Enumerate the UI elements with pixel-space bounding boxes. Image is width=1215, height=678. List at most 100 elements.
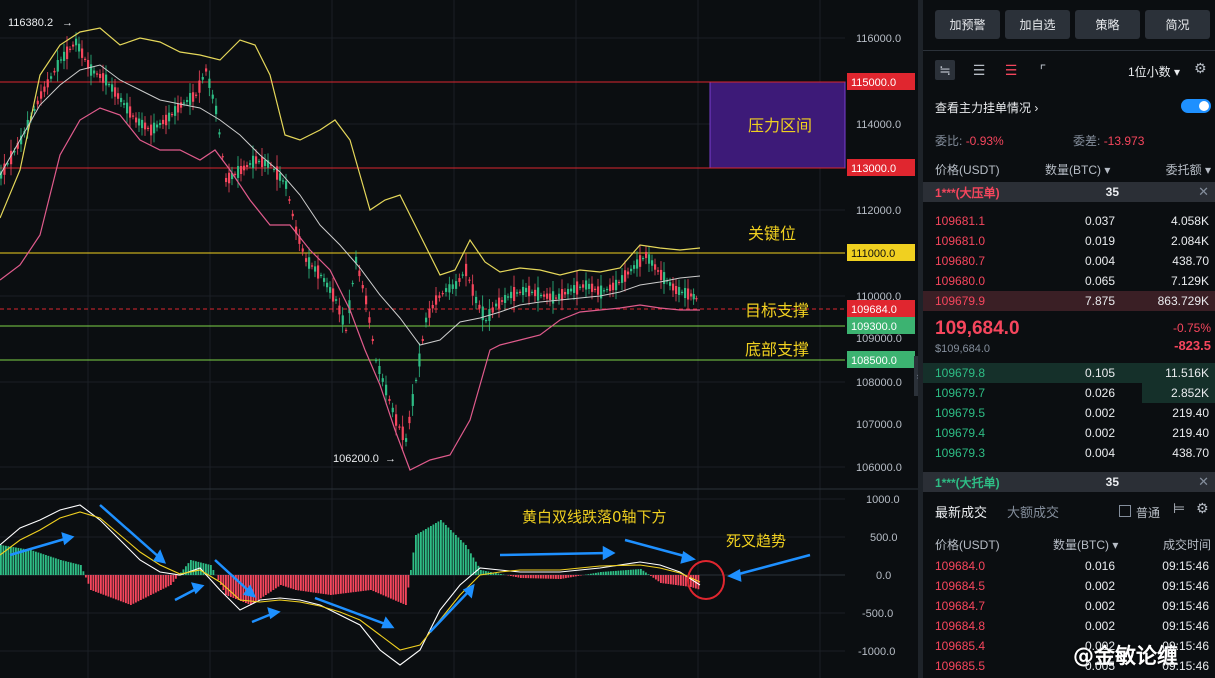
trade-total: 09:15:46 <box>1162 559 1209 573</box>
bid-row[interactable]: 109679.5 0.002 219.40 <box>923 403 1215 423</box>
chart-canvas[interactable]: 116380.2 → 106200.0 → 压力区间 关键位 目标支撑 底部支撑… <box>0 0 918 678</box>
macd-bar <box>507 575 510 576</box>
main-order-toggle[interactable] <box>1181 99 1211 113</box>
macd-bar <box>222 575 225 590</box>
macd-bar <box>355 575 357 592</box>
macd-bar <box>377 575 380 594</box>
big-ask-row[interactable]: 1***(大压单) 35 ✕ <box>923 182 1215 202</box>
orderbook-bids-icon[interactable]: ☰ <box>969 60 989 80</box>
candle-body <box>332 288 335 302</box>
macd-bar <box>162 575 165 589</box>
macd-bar <box>467 549 470 575</box>
normal-checkbox[interactable] <box>1119 505 1131 517</box>
candle-body <box>341 315 344 325</box>
candle-body <box>81 48 84 58</box>
macd-bar <box>317 575 320 594</box>
add-watchlist-button[interactable]: 加自选 <box>1005 10 1070 39</box>
kline-chart[interactable]: 116380.2 → 106200.0 → 压力区间 关键位 目标支撑 底部支撑… <box>0 0 922 678</box>
settings-icon[interactable]: ⚙ <box>1194 60 1207 77</box>
macd-bar <box>287 575 290 588</box>
add-alert-button[interactable]: 加预警 <box>935 10 1000 39</box>
candle-body <box>495 303 498 307</box>
bid-row[interactable]: 109679.3 0.004 438.70 <box>923 443 1215 463</box>
change-pct: -0.75% <box>1172 321 1211 335</box>
macd-bar <box>500 574 502 575</box>
trade-row[interactable]: 109684.5 0.002 09:15:46 <box>923 576 1215 596</box>
bid-row[interactable]: 109679.4 0.002 219.40 <box>923 423 1215 443</box>
depth-view-icon[interactable]: ⌜ <box>1033 60 1053 80</box>
filter-icon[interactable]: ⊨ <box>1173 500 1185 517</box>
ask-row[interactable]: 109680.0 0.065 7.129K <box>923 271 1215 291</box>
trade-total: 09:15:46 <box>1162 619 1209 633</box>
macd-bar <box>15 547 17 575</box>
candle-body <box>582 284 585 288</box>
macd-bar <box>630 569 632 575</box>
trade-row[interactable]: 109685.4 0.002 09:15:46 <box>923 636 1215 656</box>
macd-bar <box>7 546 10 575</box>
macd-bar <box>605 571 607 575</box>
trade-row[interactable]: 109684.0 0.016 09:15:46 <box>923 556 1215 576</box>
macd-bar <box>587 574 590 575</box>
macd-bar <box>402 575 405 604</box>
candle-body <box>53 70 56 73</box>
candle-body <box>561 289 564 301</box>
bid-row[interactable]: 109679.8 0.105 11.516K <box>923 363 1215 383</box>
macd-bar <box>495 573 497 575</box>
candle-body <box>165 114 168 126</box>
macd-bar <box>657 575 660 582</box>
strategy-button[interactable]: 策略 <box>1075 10 1140 39</box>
ask-row[interactable]: 109681.0 0.019 2.084K <box>923 231 1215 251</box>
candle-body <box>570 288 573 292</box>
settings-icon[interactable]: ⚙ <box>1196 500 1209 517</box>
candle-body <box>135 117 138 123</box>
trade-row[interactable]: 109684.8 0.002 09:15:46 <box>923 616 1215 636</box>
ask-row[interactable]: 109680.7 0.004 438.70 <box>923 251 1215 271</box>
ask-row[interactable]: 109679.9 7.875 863.729K <box>923 291 1215 311</box>
candle-body <box>458 278 461 282</box>
price-tick: 116000.0 <box>856 33 901 45</box>
candle-body <box>180 102 183 108</box>
macd-bar <box>110 575 112 598</box>
tab-latest-trades[interactable]: 最新成交 <box>935 502 987 521</box>
big-bid-row[interactable]: 1***(大托单) 35 ✕ <box>923 472 1215 492</box>
candle-body <box>43 86 46 92</box>
overview-button[interactable]: 简况 <box>1145 10 1210 39</box>
svg-text:115000.0: 115000.0 <box>851 77 896 89</box>
bid-total: 11.516K <box>1165 366 1209 380</box>
close-icon[interactable]: ✕ <box>1198 474 1209 490</box>
candle-body <box>258 160 261 163</box>
orderbook-both-icon[interactable]: ≒ <box>935 60 955 80</box>
macd-bar <box>385 575 387 597</box>
macd-bar <box>640 569 642 575</box>
orderbook-asks-icon[interactable]: ☰ <box>1001 60 1021 80</box>
trade-row[interactable]: 109684.7 0.002 09:15:46 <box>923 596 1215 616</box>
bid-row[interactable]: 109679.7 0.026 2.852K <box>923 383 1215 403</box>
candle-body <box>114 87 117 97</box>
close-icon[interactable]: ✕ <box>1198 184 1209 200</box>
macd-bar <box>190 560 192 575</box>
trade-qty: 0.002 <box>1084 599 1115 613</box>
candle-body <box>282 180 285 182</box>
decimal-select[interactable]: 1位小数 ▾ <box>1128 63 1180 80</box>
ask-row[interactable]: 109681.1 0.037 4.058K <box>923 211 1215 231</box>
ask-price: 109679.9 <box>935 294 986 308</box>
main-order-link[interactable]: 查看主力挂单情况 › <box>935 99 1038 116</box>
trade-col-qty[interactable]: 数量(BTC) ▾ <box>1053 536 1118 553</box>
candle-body <box>138 118 141 126</box>
macd-bar <box>647 574 650 575</box>
macd-bar <box>332 575 335 595</box>
col-qty-header[interactable]: 数量(BTC) ▾ <box>1045 161 1110 178</box>
candle-body <box>75 38 78 46</box>
macd-bar <box>105 575 107 596</box>
trade-row[interactable]: 109685.5 0.005 09:15:46 <box>923 656 1215 676</box>
candle-body <box>636 259 639 269</box>
candle-body <box>475 296 478 304</box>
col-total-header[interactable]: 委托额 ▾ <box>1166 161 1211 178</box>
tab-large-trades[interactable]: 大额成交 <box>1007 502 1059 521</box>
candle-body <box>301 248 304 252</box>
macd-bar <box>270 575 272 592</box>
macd-bar <box>405 575 407 605</box>
macd-bar <box>392 575 395 600</box>
candle-body <box>36 100 39 105</box>
macd-bar <box>352 575 355 593</box>
